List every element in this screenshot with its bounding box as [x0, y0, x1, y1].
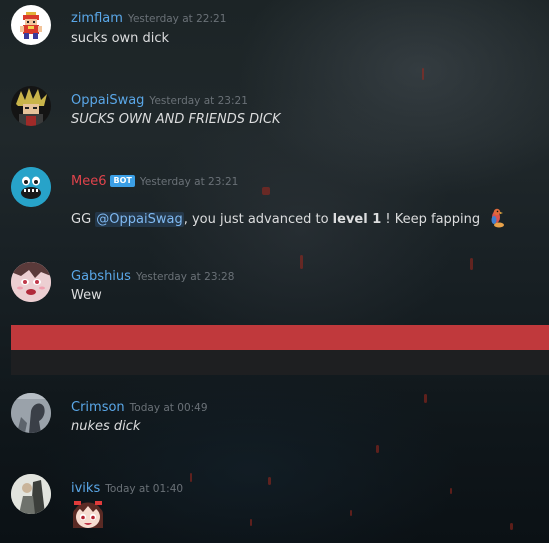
level-text: level 1 [332, 212, 382, 227]
timestamp: Today at 01:40 [105, 483, 184, 495]
username[interactable]: OppaiSwag [71, 93, 144, 108]
red-divider-bar [11, 325, 549, 350]
message-text: GG @OppaiSwag, you just advanced to leve… [71, 207, 507, 229]
anime-girl-avatar[interactable] [11, 262, 51, 302]
message-text-prefix: GG [71, 212, 96, 227]
pixel-character-avatar[interactable] [11, 5, 51, 45]
anime-face-emoji [71, 498, 105, 530]
message-header: Crimson Today at 00:49 [71, 396, 208, 415]
username[interactable]: iviks [71, 481, 100, 496]
timestamp: Yesterday at 23:28 [135, 271, 235, 283]
message-header: zimflam Yesterday at 22:21 [71, 7, 226, 26]
timestamp: Today at 00:49 [129, 402, 208, 414]
message-text: nukes dick [71, 419, 141, 434]
message-text: Wew [71, 288, 102, 303]
timestamp: Yesterday at 22:21 [127, 13, 227, 25]
message-header: OppaiSwag Yesterday at 23:21 [71, 89, 248, 108]
grey-figure-avatar[interactable] [11, 393, 51, 433]
message-text: SUCKS OWN AND FRIENDS DICK [71, 112, 281, 127]
blue-mee6-avatar[interactable] [11, 167, 51, 207]
message-list: zimflam Yesterday at 22:21 sucks own dick… [0, 0, 549, 543]
username[interactable]: Mee6 [71, 174, 106, 189]
user-mention[interactable]: @OppaiSwag [95, 212, 184, 227]
message-text-suffix: ! Keep fapping [381, 212, 481, 227]
message-header: Mee6 BOT Yesterday at 23:21 [71, 170, 238, 189]
username[interactable]: zimflam [71, 11, 123, 26]
bot-tag: BOT [110, 175, 135, 187]
light-figure-avatar[interactable] [11, 474, 51, 514]
spiky-hair-character-avatar[interactable] [11, 86, 51, 126]
dark-divider-bar [11, 350, 549, 375]
message-header: Gabshius Yesterday at 23:28 [71, 265, 234, 284]
timestamp: Yesterday at 23:21 [149, 95, 248, 107]
message-text-middle: , you just advanced to [183, 212, 333, 227]
message-header: iviks Today at 01:40 [71, 477, 183, 496]
username[interactable]: Gabshius [71, 269, 131, 284]
username[interactable]: Crimson [71, 400, 125, 415]
parrot-emoji [487, 207, 507, 229]
message-text: sucks own dick [71, 31, 170, 46]
timestamp: Yesterday at 23:21 [139, 176, 239, 188]
